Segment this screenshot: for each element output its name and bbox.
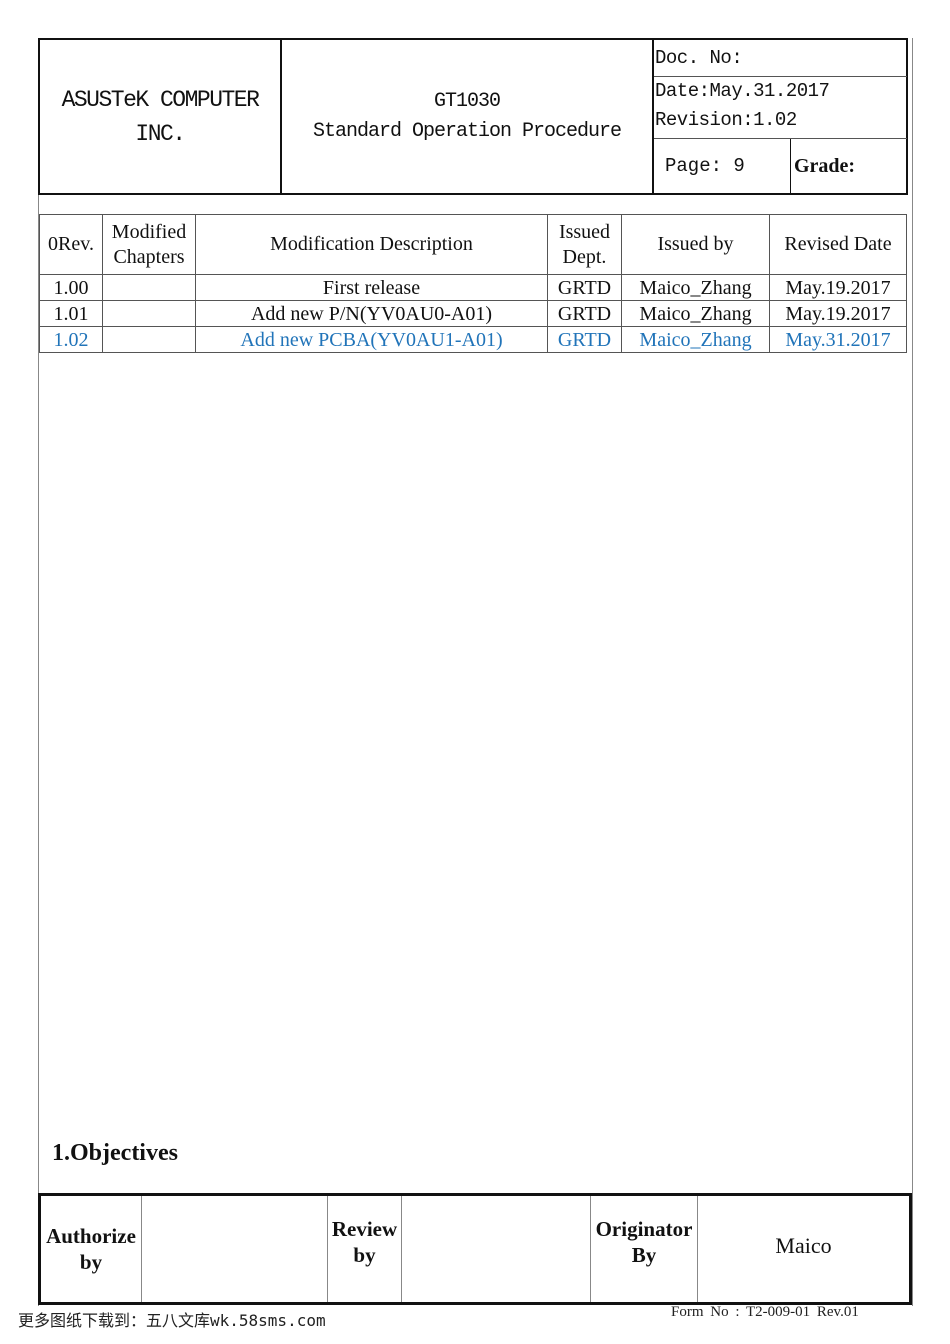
doc-revision: Revision:1.02 bbox=[655, 109, 797, 131]
col-header-modified-chapters: Modified Chapters bbox=[102, 214, 196, 275]
objectives-heading: 1.Objectives bbox=[52, 1140, 178, 1166]
cell-date: May.19.2017 bbox=[769, 300, 907, 327]
col-header-line: Modified bbox=[111, 220, 187, 243]
col-header-issued-by: Issued by bbox=[621, 214, 770, 275]
originator-by-value: Maico bbox=[775, 1233, 832, 1258]
cell-rev: 1.01 bbox=[39, 300, 103, 327]
cell-description: First release bbox=[195, 274, 548, 301]
label-line: by bbox=[79, 1250, 103, 1274]
cell-description: Add new PCBA(YV0AU1-A01) bbox=[195, 326, 548, 353]
col-header-rev: 0Rev. bbox=[39, 214, 103, 275]
download-note: 更多图纸下载到：五八文库wk.58sms.com bbox=[18, 1311, 326, 1330]
authorize-by-label: Authorize by bbox=[41, 1196, 142, 1302]
company-cell: ASUSTeK COMPUTER INC. bbox=[40, 40, 282, 193]
cell-chapters bbox=[102, 274, 196, 301]
date-revision: Date:May.31.2017 Revision:1.02 bbox=[654, 77, 907, 139]
revision-history-table: 0Rev. Modified Chapters Modification Des… bbox=[39, 214, 907, 353]
cell-date: May.31.2017 bbox=[769, 326, 907, 353]
label-line: Authorize bbox=[46, 1224, 136, 1248]
col-header-line: Dept. bbox=[562, 245, 607, 268]
grade-label: Grade: bbox=[794, 155, 856, 177]
col-header-line: Issued bbox=[558, 220, 611, 243]
cell-chapters bbox=[102, 326, 196, 353]
table-header-row: 0Rev. Modified Chapters Modification Des… bbox=[39, 214, 907, 275]
product-name: GT1030 bbox=[433, 89, 501, 113]
company-name-line1: ASUSTeK COMPUTER bbox=[61, 86, 260, 113]
cell-date: May.19.2017 bbox=[769, 274, 907, 301]
cell-dept: GRTD bbox=[547, 300, 622, 327]
table-row-highlighted: 1.02 Add new PCBA(YV0AU1-A01) GRTD Maico… bbox=[39, 326, 907, 353]
company-name-line2: INC. bbox=[135, 120, 186, 147]
col-header-description: Modification Description bbox=[195, 214, 548, 275]
label-line: Originator bbox=[595, 1217, 693, 1241]
cell-rev: 1.02 bbox=[39, 326, 103, 353]
authorize-by-value bbox=[142, 1196, 328, 1302]
cell-issued-by: Maico_Zhang bbox=[621, 274, 770, 301]
title-cell: GT1030 Standard Operation Procedure bbox=[282, 40, 654, 193]
col-header-issued-dept: Issued Dept. bbox=[547, 214, 622, 275]
col-header-line: Chapters bbox=[113, 245, 185, 268]
company-name: ASUSTeK COMPUTER INC. bbox=[40, 40, 280, 193]
doc-info-cell: Doc. No: Date:May.31.2017 Revision:1.02 … bbox=[654, 40, 907, 193]
col-header-revised-date: Revised Date bbox=[769, 214, 907, 275]
table-row: 1.00 First release GRTD Maico_Zhang May.… bbox=[39, 274, 907, 301]
cell-issued-by: Maico_Zhang bbox=[621, 326, 770, 353]
signoff-table: Authorize by Review by Originator By Mai… bbox=[38, 1193, 912, 1305]
cell-chapters bbox=[102, 300, 196, 327]
cell-issued-by: Maico_Zhang bbox=[621, 300, 770, 327]
document-header: ASUSTeK COMPUTER INC. GT1030 Standard Op… bbox=[38, 38, 908, 195]
page-number: Page: 9 bbox=[654, 139, 791, 193]
cell-dept: GRTD bbox=[547, 326, 622, 353]
originator-by-label: Originator By bbox=[591, 1196, 698, 1302]
review-by-value bbox=[402, 1196, 591, 1302]
label-line: By bbox=[631, 1243, 657, 1267]
cell-rev: 1.00 bbox=[39, 274, 103, 301]
label-line: Review bbox=[331, 1217, 398, 1241]
doc-number: Doc. No: bbox=[654, 40, 907, 77]
document-type: Standard Operation Procedure bbox=[312, 119, 622, 143]
table-row: 1.01 Add new P/N(YV0AU0-A01) GRTD Maico_… bbox=[39, 300, 907, 327]
cell-description: Add new P/N(YV0AU0-A01) bbox=[195, 300, 548, 327]
review-by-label: Review by bbox=[328, 1196, 402, 1302]
label-line: by bbox=[353, 1243, 376, 1267]
doc-date: Date:May.31.2017 bbox=[655, 80, 830, 102]
cell-dept: GRTD bbox=[547, 274, 622, 301]
form-number: Form No : T2-009-01 Rev.01 bbox=[671, 1304, 859, 1320]
